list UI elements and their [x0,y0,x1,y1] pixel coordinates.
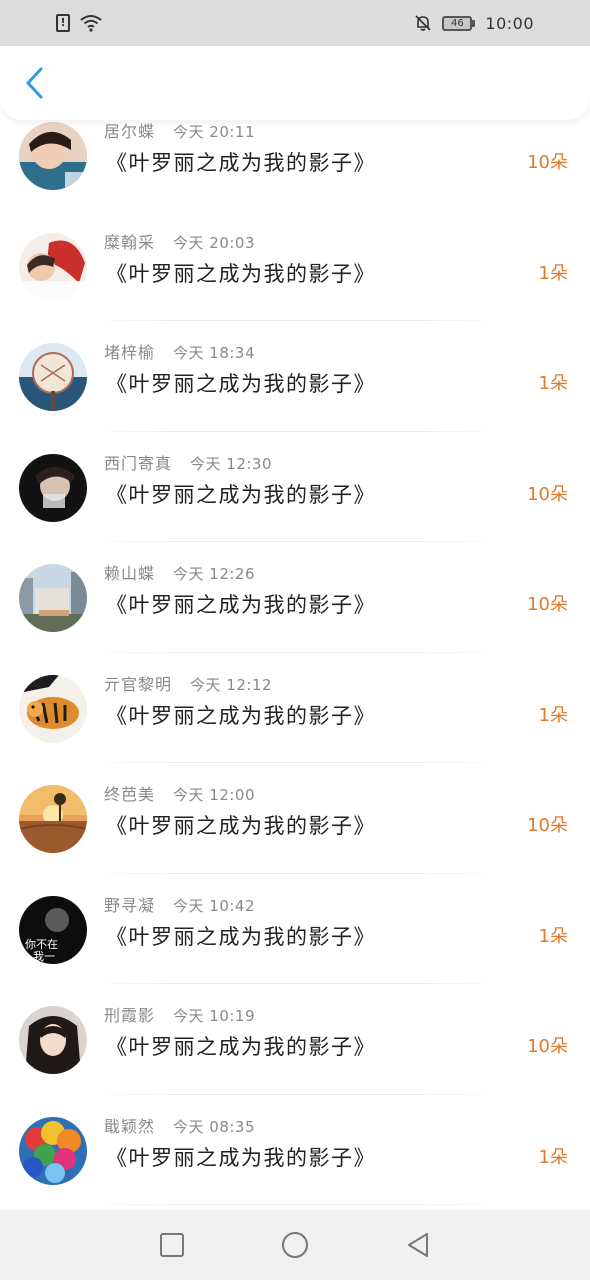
book-title: 《叶罗丽之成为我的影子》 [106,482,376,507]
divider [90,1204,500,1205]
list-item[interactable]: 堵梓榆 今天 18:34 《叶罗丽之成为我的影子》 1朵 [0,321,590,432]
user-name: 糜翰采 [104,232,156,252]
wifi-icon [80,15,102,32]
post-time: 今天 18:34 [173,344,256,362]
status-bar: ! 46 10:00 [0,0,590,46]
avatar-image-icon [19,785,87,853]
avatar[interactable] [19,1006,87,1074]
back-nav-button[interactable] [398,1225,438,1265]
reward-list[interactable]: 居尔蝶 今天 20:11 《叶罗丽之成为我的影子》 10朵 糜翰采 今天 20:… [0,0,590,1210]
avatar[interactable] [19,122,87,190]
avatar[interactable] [19,564,87,632]
user-name: 戢颖然 [104,1116,156,1136]
book-title: 《叶罗丽之成为我的影子》 [106,372,376,396]
book-title: 《叶罗丽之成为我的影子》 [106,593,376,617]
flower-count: 1朵 [538,1146,568,1168]
user-name: 居尔蝶 [104,122,156,141]
flower-count: 10朵 [527,1036,568,1057]
book-title: 《叶罗丽之成为我的影子》 [106,703,376,728]
list-item[interactable]: 终芭美 今天 12:00 《叶罗丽之成为我的影子》 10朵 [0,763,590,874]
home-button[interactable] [275,1225,315,1265]
list-item[interactable]: 糜翰采 今天 20:03 《叶罗丽之成为我的影子》 1朵 [0,211,590,321]
post-time: 今天 12:26 [173,565,256,583]
avatar-image-icon [19,343,87,411]
user-name: 刑霞影 [104,1006,156,1025]
flower-count: 1朵 [538,373,568,394]
status-time: 10:00 [485,13,534,33]
battery-icon: 46 [442,15,476,31]
avatar-image-icon [19,1116,87,1185]
list-item[interactable]: 西门寄真 今天 12:30 《叶罗丽之成为我的影子》 10朵 [0,432,590,542]
avatar[interactable] [19,453,87,522]
flower-count: 10朵 [527,152,568,173]
system-nav-bar [0,1210,590,1280]
list-item[interactable]: 亓官黎明 今天 12:12 《叶罗丽之成为我的影子》 1朵 [0,653,590,763]
header [0,46,590,120]
avatar-image-icon: 你不在 我一 [19,895,87,964]
square-icon [159,1233,184,1257]
flower-count: 10朵 [527,594,568,615]
list-item[interactable]: 刑霞影 今天 10:19 《叶罗丽之成为我的影子》 10朵 [0,984,590,1095]
book-title: 《叶罗丽之成为我的影子》 [106,1035,376,1059]
avatar-image-icon [19,674,87,743]
post-time: 今天 12:30 [190,454,273,473]
list-item[interactable]: 赖山蝶 今天 12:26 《叶罗丽之成为我的影子》 10朵 [0,542,590,653]
avatar[interactable] [19,785,87,853]
avatar-image-icon [19,564,87,632]
chevron-left-icon [26,67,43,99]
flower-count: 10朵 [527,483,568,505]
avatar[interactable] [19,343,87,411]
post-time: 今天 20:03 [173,233,256,252]
bell-off-icon [415,15,431,31]
post-time: 今天 10:19 [173,1007,256,1025]
flower-count: 1朵 [538,704,568,726]
avatar-image-icon [19,122,87,190]
list-item[interactable]: 你不在 我一 野寻凝 今天 10:42 《叶罗丽之成为我的影子》 1朵 [0,874,590,984]
post-time: 今天 12:00 [173,786,256,804]
avatar[interactable] [19,674,87,743]
post-time: 今天 08:35 [173,1117,256,1136]
flower-count: 1朵 [538,925,568,947]
post-time: 今天 10:42 [173,896,256,915]
avatar-image-icon [19,453,87,522]
battery-level: 46 [442,15,473,31]
flower-count: 10朵 [527,815,568,836]
book-title: 《叶罗丽之成为我的影子》 [106,261,376,286]
back-button[interactable] [14,60,54,106]
user-name: 终芭美 [104,785,156,804]
user-name: 野寻凝 [104,895,156,915]
book-title: 《叶罗丽之成为我的影子》 [106,924,376,949]
sim-alert-icon: ! [56,14,70,32]
post-time: 今天 12:12 [190,675,273,694]
avatar-image-icon [19,232,87,301]
user-name: 堵梓榆 [104,343,156,362]
post-time: 今天 20:11 [173,123,256,141]
avatar[interactable]: 你不在 我一 [19,895,87,964]
recent-apps-button[interactable] [152,1225,192,1265]
avatar-text-line2: 我一 [33,950,55,963]
avatar-image-icon [19,1006,87,1074]
book-title: 《叶罗丽之成为我的影子》 [106,151,376,175]
book-title: 《叶罗丽之成为我的影子》 [106,1145,376,1170]
list-item[interactable]: 戢颖然 今天 08:35 《叶罗丽之成为我的影子》 1朵 [0,1095,590,1205]
flower-count: 1朵 [538,262,568,284]
user-name: 亓官黎明 [104,674,173,694]
circle-icon [281,1232,308,1258]
book-title: 《叶罗丽之成为我的影子》 [106,814,376,838]
user-name: 西门寄真 [104,453,173,473]
triangle-back-icon [408,1233,429,1257]
user-name: 赖山蝶 [104,564,156,583]
avatar[interactable] [19,232,87,301]
avatar[interactable] [19,1116,87,1185]
